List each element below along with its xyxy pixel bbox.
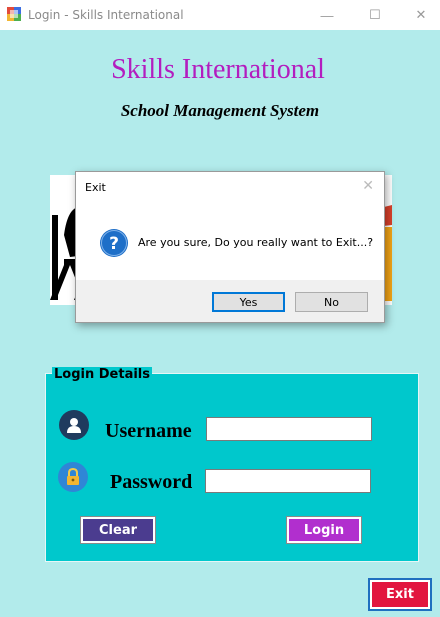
user-icon [59,410,89,440]
no-button[interactable]: No [295,292,368,312]
username-label: Username [105,420,192,442]
dialog-message: Are you sure, Do you really want to Exit… [138,236,374,249]
username-input[interactable] [206,417,372,441]
app-title: Skills International [111,54,325,85]
app-subtitle: School Management System [120,101,320,120]
close-icon: ✕ [415,7,427,22]
yes-button[interactable]: Yes [212,292,285,312]
dialog-close-icon[interactable]: ✕ [362,177,374,194]
window-title: Login - Skills International [28,8,184,22]
password-label: Password [110,471,193,493]
title-bar: Login - Skills International — ☐ ✕ [0,0,440,30]
minimize-icon: — [320,7,334,23]
maximize-icon: ☐ [369,7,381,22]
maximize-button[interactable]: ☐ [352,0,398,30]
login-details-legend: Login Details [52,367,153,382]
svg-text:?: ? [109,234,119,254]
password-input[interactable] [205,469,371,493]
lock-icon [58,462,88,492]
app-icon [7,7,21,21]
exit-dialog: Exit ✕ ? Are you sure, Do you really wan… [75,171,385,323]
question-icon: ? [100,229,128,257]
exit-button[interactable]: Exit [368,578,432,611]
minimize-button[interactable]: — [304,0,350,30]
login-button[interactable]: Login [286,516,362,544]
clear-button[interactable]: Clear [80,516,156,544]
close-button[interactable]: ✕ [398,0,440,30]
dialog-title: Exit [85,181,106,194]
